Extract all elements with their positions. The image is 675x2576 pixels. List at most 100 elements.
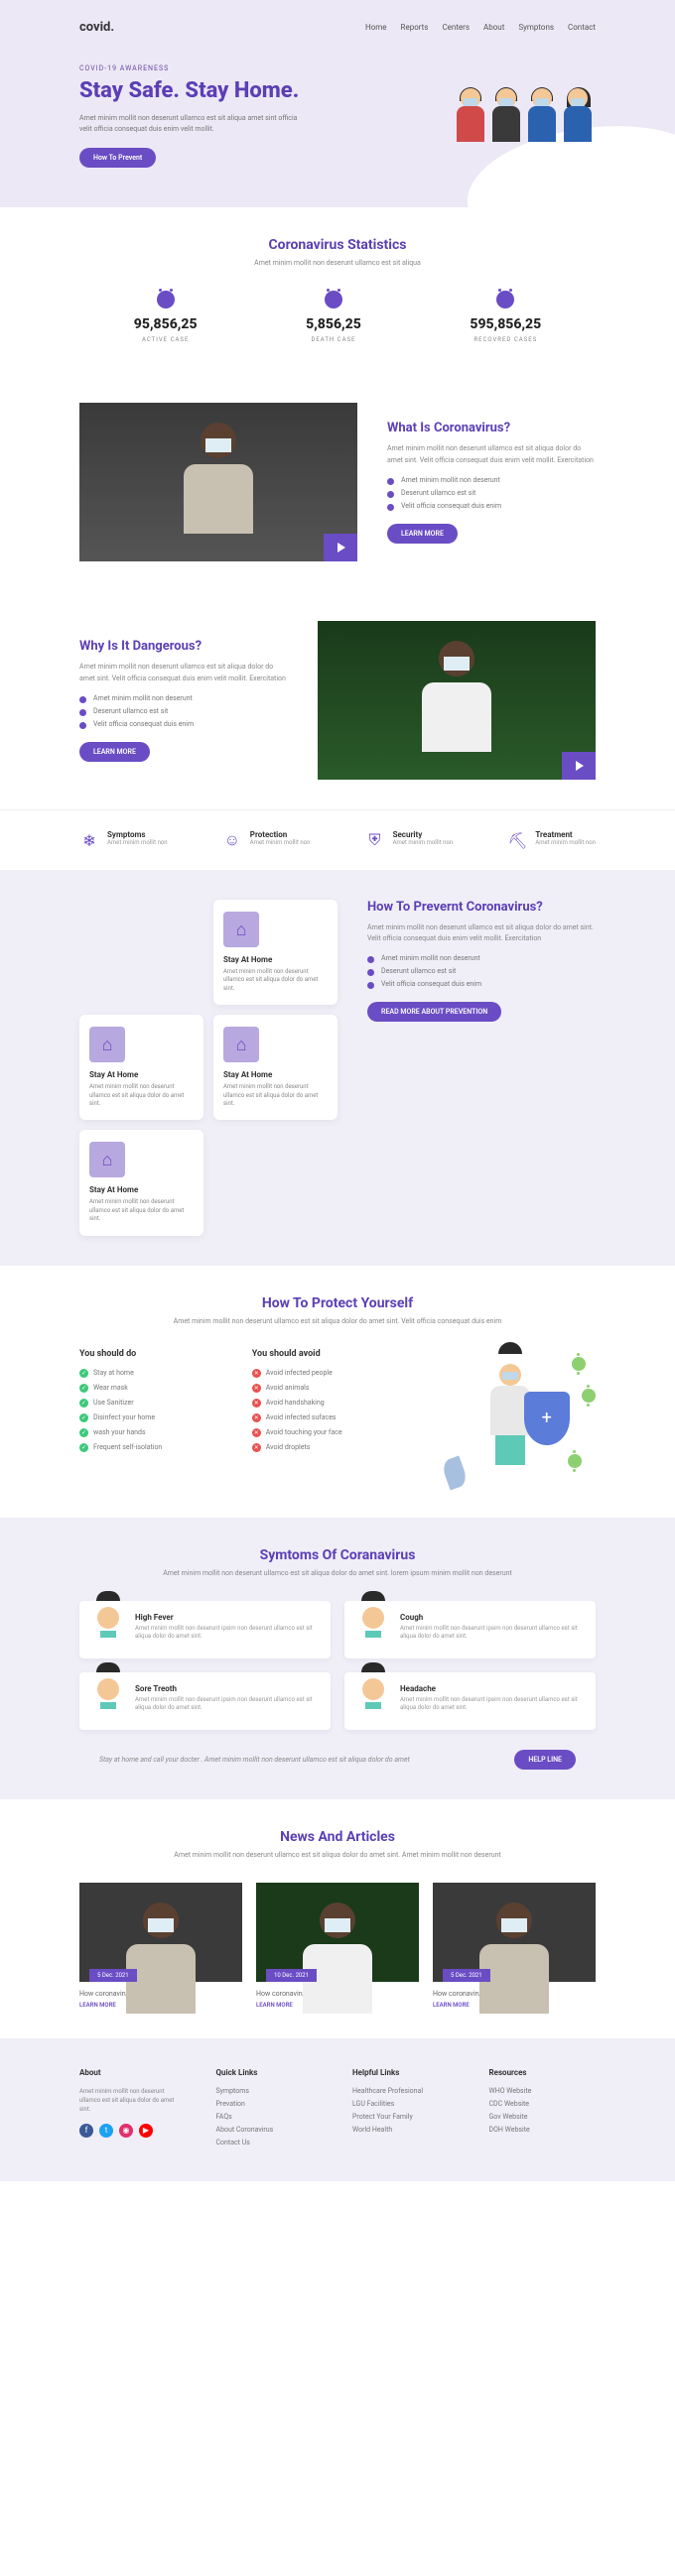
footer-heading: About xyxy=(79,2068,187,2077)
feature-title: Security xyxy=(393,830,454,839)
nav-link[interactable]: About xyxy=(483,23,504,32)
facebook-icon[interactable]: f xyxy=(79,2124,93,2138)
footer-link[interactable]: WHO Website xyxy=(489,2087,597,2095)
cough-icon xyxy=(356,1613,390,1647)
card-text: Amet minim mollit non deserunt ullamco e… xyxy=(223,968,328,993)
why-title: Why Is It Dangerous? xyxy=(79,639,288,654)
stat-card: 5,856,25 DEATH CASE xyxy=(306,291,361,343)
avoid-list: Avoid infected people Avoid animals Avoi… xyxy=(252,1369,395,1451)
symptom-card: Sore TreothAmet minim mollit non deserun… xyxy=(79,1672,331,1730)
helpline-text: Stay at home and call your docter . Amet… xyxy=(99,1756,410,1764)
news-subtitle: Amet minim mollit non deserunt ullamco e… xyxy=(79,1851,596,1859)
list-item: Stay at home xyxy=(79,1369,222,1377)
footer-link[interactable]: World Health xyxy=(352,2126,460,2134)
footer-link[interactable]: Contact Us xyxy=(216,2139,324,2147)
prevent-bullets: Amet minim mollit non deserunt Deserunt … xyxy=(367,954,596,988)
learn-more-button[interactable]: LEARN MORE xyxy=(387,524,458,544)
list-item: Avoid handshaking xyxy=(252,1399,395,1407)
do-title: You should do xyxy=(79,1349,222,1359)
footer-link[interactable]: DOH Website xyxy=(489,2126,597,2134)
footer-link[interactable]: Protect Your Family xyxy=(352,2113,460,2121)
read-more-button[interactable]: READ MORE ABOUT PREVENTION xyxy=(367,1002,501,1022)
footer-heading: Helpful Links xyxy=(352,2068,460,2077)
footer-link[interactable]: About Coronavirus xyxy=(216,2126,324,2134)
footer-about: About Amet minim mollit non deserunt ull… xyxy=(79,2068,187,2151)
nav-link[interactable]: Contact xyxy=(568,23,596,32)
news-card[interactable]: 5 Dec. 2021 How coronavirus very contigi… xyxy=(433,1883,596,2009)
throat-icon xyxy=(91,1684,125,1718)
feature-title: Treatment xyxy=(535,830,596,839)
virus-icon xyxy=(582,1389,596,1403)
video-thumbnail[interactable] xyxy=(318,621,596,780)
hero-subtitle: Amet minim mollit non deserunt ullamco e… xyxy=(79,113,298,134)
footer-link[interactable]: Prevation xyxy=(216,2100,324,2108)
list-item: Avoid touching your face xyxy=(252,1428,395,1436)
card-title: Stay At Home xyxy=(89,1070,194,1079)
home-icon: ⌂ xyxy=(223,912,259,947)
card-title: Stay At Home xyxy=(89,1185,194,1194)
what-bullets: Amet minim mollit non deserunt Deserunt … xyxy=(387,476,596,510)
why-text: Amet minim mollit non deserunt ullamco e… xyxy=(79,662,288,683)
protect-title: How To Protect Yourself xyxy=(79,1295,596,1311)
prevent-text: Amet minim mollit non deserunt ullamco e… xyxy=(367,922,596,944)
hero-cta-button[interactable]: How To Prevent xyxy=(79,148,156,168)
video-thumbnail[interactable] xyxy=(79,403,357,561)
footer-link[interactable]: LGU Facilities xyxy=(352,2100,460,2108)
protect-illustration: + xyxy=(425,1349,597,1488)
symptom-text: Amet minim mollit non deserunt ipsim non… xyxy=(400,1625,584,1642)
symptom-text: Amet minim mollit non deserunt ipsim non… xyxy=(135,1696,319,1713)
home-icon: ⌂ xyxy=(89,1027,125,1062)
footer-link[interactable]: Gov Website xyxy=(489,2113,597,2121)
logo[interactable]: covid. xyxy=(79,20,114,35)
shield-icon: + xyxy=(524,1392,570,1445)
news-card[interactable]: 10 Dec. 2021 How coronavirus very contig… xyxy=(256,1883,419,2009)
news-image: 10 Dec. 2021 xyxy=(256,1883,419,1982)
hero-title: Stay Safe. Stay Home. xyxy=(79,78,299,103)
bed-icon: ⛏ xyxy=(507,830,527,850)
fever-icon xyxy=(91,1613,125,1647)
nav-link[interactable]: Symptons xyxy=(518,23,554,32)
nav-link[interactable]: Reports xyxy=(401,23,429,32)
prevent-card: ⌂ Stay At Home Amet minim mollit non des… xyxy=(213,900,338,1005)
symptom-title: Cough xyxy=(400,1613,584,1622)
news-image: 5 Dec. 2021 xyxy=(79,1883,242,1982)
play-icon[interactable] xyxy=(562,752,596,780)
stat-value: 595,856,25 xyxy=(470,316,541,332)
news-card[interactable]: 5 Dec. 2021 How coronavirus very contigi… xyxy=(79,1883,242,2009)
footer-link[interactable]: Healthcare Profesional xyxy=(352,2087,460,2095)
list-item: Disinfect your home xyxy=(79,1413,222,1421)
learn-more-button[interactable]: LEARN MORE xyxy=(79,742,150,762)
footer-heading: Quick Links xyxy=(216,2068,324,2077)
stats-subtitle: Amet minim mollit non deserunt ullamco e… xyxy=(79,259,596,267)
hero-text: COVID-19 AWARENESS Stay Safe. Stay Home.… xyxy=(79,64,299,168)
nav-link[interactable]: Home xyxy=(365,23,387,32)
bullet: Deserunt ullamco est sit xyxy=(367,967,596,975)
footer-heading: Resources xyxy=(489,2068,597,2077)
symptoms-subtitle: Amet minim mollit non deserunt ullamco e… xyxy=(79,1569,596,1577)
footer-col: Helpful Links Healthcare Profesional LGU… xyxy=(352,2068,460,2151)
symptom-card: HeadacheAmet minim mollit non deserunt i… xyxy=(344,1672,596,1730)
prevent-card: ⌂ Stay At Home Amet minim mollit non des… xyxy=(213,1015,338,1120)
feature-item: ⛨ SecurityAmet minim mollit non xyxy=(365,830,454,850)
hero-illustration xyxy=(453,88,596,144)
stat-label: DEATH CASE xyxy=(306,336,361,343)
why-bullets: Amet minim mollit non deserunt Deserunt … xyxy=(79,694,288,728)
footer-link[interactable]: CDC Website xyxy=(489,2100,597,2108)
twitter-icon[interactable]: t xyxy=(99,2124,113,2138)
virus-icon xyxy=(325,291,342,308)
footer-link[interactable]: Symptoms xyxy=(216,2087,324,2095)
nav-link[interactable]: Centers xyxy=(442,23,470,32)
virus-icon xyxy=(572,1357,586,1371)
bullet: Deserunt ullamco est sit xyxy=(79,707,288,715)
stats-title: Coronavirus Statistics xyxy=(79,237,596,253)
home-icon: ⌂ xyxy=(223,1027,259,1062)
navbar: covid. Home Reports Centers About Sympto… xyxy=(79,20,596,35)
footer-link[interactable]: FAQs xyxy=(216,2113,324,2121)
footer-about-text: Amet minim mollit non deserunt ullamco e… xyxy=(79,2087,187,2114)
helpline-button[interactable]: HELP LINE xyxy=(514,1750,576,1770)
play-icon[interactable] xyxy=(324,534,357,561)
instagram-icon[interactable]: ◉ xyxy=(119,2124,133,2138)
protect-subtitle: Amet minim mollit non deserunt ullamco e… xyxy=(79,1317,596,1325)
youtube-icon[interactable]: ▶ xyxy=(139,2124,153,2138)
news-date: 5 Dec. 2021 xyxy=(89,1969,137,1982)
